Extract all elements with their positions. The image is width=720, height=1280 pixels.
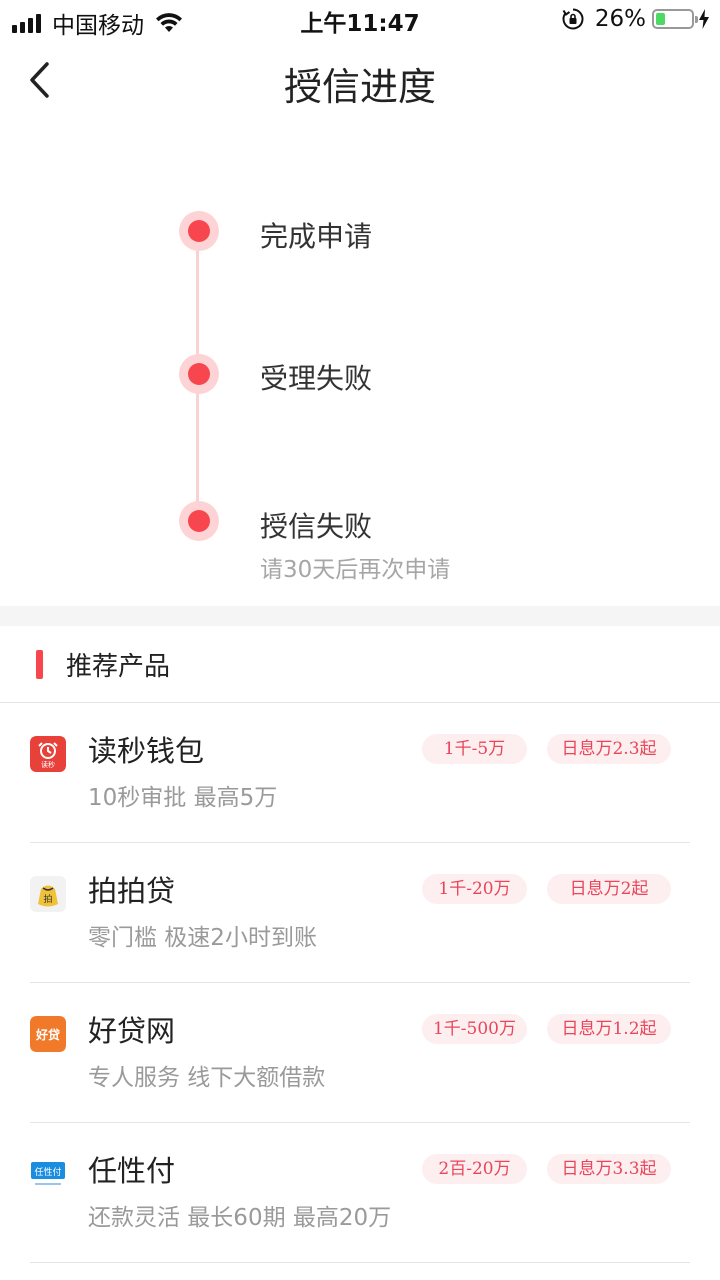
amount-tag: 2百-20万	[422, 1154, 527, 1184]
product-item[interactable]: 拍 拍拍贷 零门槛 极速2小时到账 1千-20万 日息万2起	[30, 842, 690, 983]
amount-tag: 1千-5万	[422, 734, 527, 764]
step-label: 受理失败	[260, 362, 373, 395]
rate-tag: 日息万2起	[547, 874, 671, 904]
renxingfu-icon: 任性付	[30, 1156, 66, 1192]
step-dot-icon	[179, 354, 219, 394]
product-name: 拍拍贷	[88, 874, 176, 908]
step-dot-icon	[179, 501, 219, 541]
battery-icon	[652, 9, 698, 29]
product-desc: 还款灵活 最长60期 最高20万	[88, 1205, 392, 1231]
product-name: 任性付	[88, 1154, 176, 1188]
battery-percent: 26%	[594, 6, 646, 32]
rate-tag: 日息万2.3起	[547, 734, 671, 764]
recommend-title: 推荐产品	[66, 652, 171, 682]
product-desc: 10秒审批 最高5万	[88, 785, 278, 811]
paipaidai-icon: 拍	[30, 876, 66, 912]
nav-bar: 授信进度	[0, 40, 720, 124]
icon-label: 拍	[43, 893, 52, 905]
recommend-header: 推荐产品	[0, 626, 720, 703]
charging-bolt-icon	[699, 9, 709, 29]
step-label: 授信失败	[260, 510, 373, 543]
rate-tag: 日息万1.2起	[547, 1014, 671, 1044]
icon-label: 任性付	[34, 1166, 61, 1178]
page-title: 授信进度	[283, 65, 436, 109]
product-desc: 专人服务 线下大额借款	[88, 1065, 326, 1091]
step-sublabel: 请30天后再次申请	[260, 557, 451, 583]
dumiao-icon: 读秒	[30, 736, 66, 772]
section-divider	[0, 606, 720, 626]
status-bar: 中国移动 上午11:47 26%	[0, 0, 720, 40]
amount-tag: 1千-500万	[422, 1014, 527, 1044]
product-name: 好贷网	[88, 1014, 176, 1048]
icon-label: 读秒	[41, 760, 55, 769]
section-accent-bar	[36, 650, 43, 679]
product-item[interactable]: 好贷 好贷网 专人服务 线下大额借款 1千-500万 日息万1.2起	[30, 982, 690, 1123]
progress-timeline: 完成申请 受理失败 授信失败 请30天后再次申请	[0, 124, 720, 606]
icon-label: 好贷	[35, 1027, 60, 1042]
product-desc: 零门槛 极速2小时到账	[88, 925, 317, 951]
product-name: 读秒钱包	[88, 734, 205, 768]
amount-tag: 1千-20万	[422, 874, 527, 904]
step-dot-icon	[179, 211, 219, 251]
product-item[interactable]: 任性付 任性付 还款灵活 最长60期 最高20万 2百-20万 日息万3.3起	[30, 1122, 690, 1263]
battery-fill	[656, 13, 665, 25]
status-right: 26%	[561, 6, 710, 32]
rate-tag: 日息万3.3起	[547, 1154, 671, 1184]
product-item[interactable]: 读秒 读秒钱包 10秒审批 最高5万 1千-5万 日息万2.3起	[30, 702, 690, 843]
step-label: 完成申请	[260, 220, 373, 253]
rotation-lock-icon	[562, 8, 584, 30]
haodai-icon: 好贷	[30, 1016, 66, 1052]
